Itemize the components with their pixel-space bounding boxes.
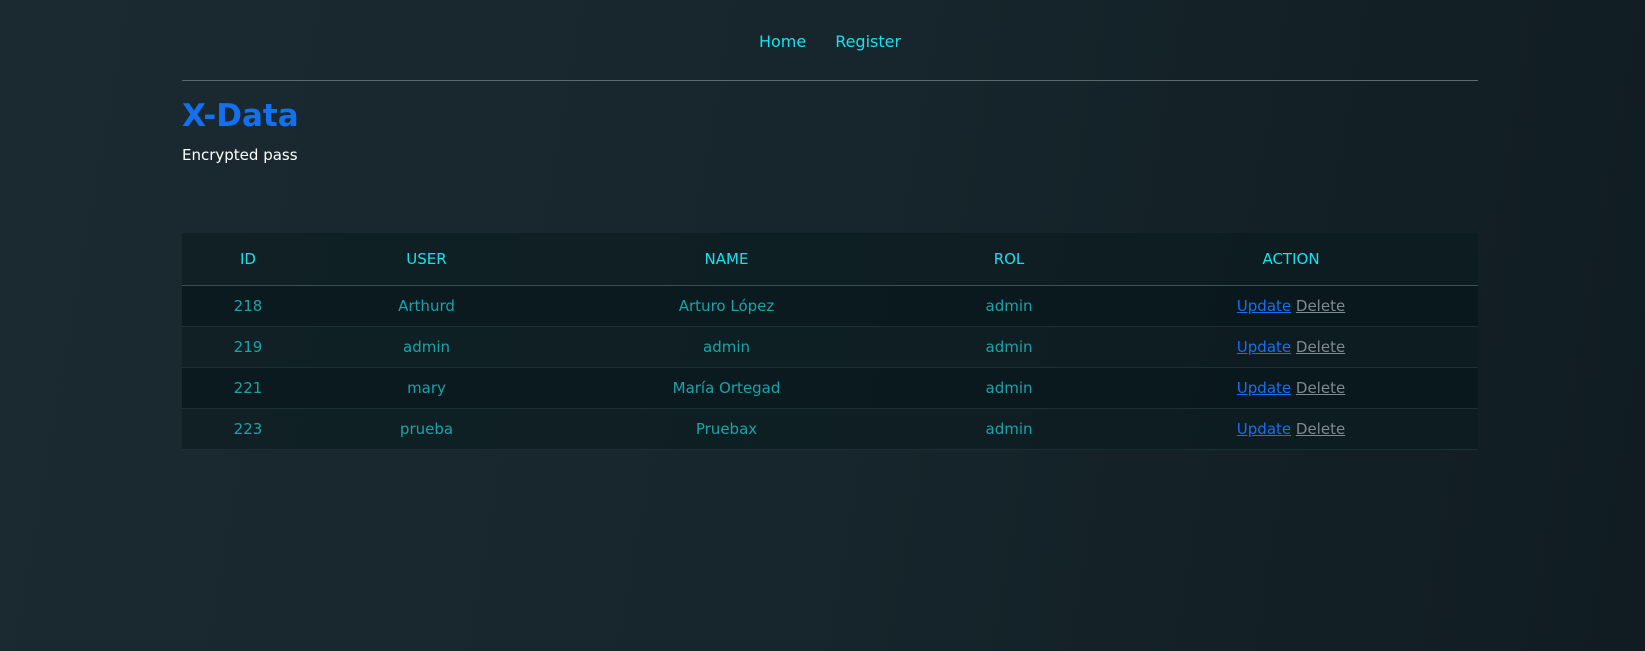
table-body: 218 Arthurd Arturo López admin Update De… — [182, 285, 1478, 450]
delete-link[interactable]: Delete — [1296, 420, 1345, 438]
cell-id: 218 — [182, 285, 314, 327]
table-row: 221 mary María Ortegad admin Update Dele… — [182, 367, 1478, 409]
cell-user: Arthurd — [314, 285, 539, 327]
delete-link[interactable]: Delete — [1296, 338, 1345, 356]
cell-rol: admin — [914, 326, 1104, 368]
nav-link-register[interactable]: Register — [835, 32, 901, 51]
delete-link[interactable]: Delete — [1296, 297, 1345, 315]
delete-link[interactable]: Delete — [1296, 379, 1345, 397]
table-header: ID USER NAME ROL ACTION — [182, 233, 1478, 286]
table-header-row: ID USER NAME ROL ACTION — [182, 233, 1478, 286]
update-link[interactable]: Update — [1237, 379, 1291, 397]
cell-rol: admin — [914, 285, 1104, 327]
page-title: X-Data — [182, 98, 299, 134]
column-header-rol: ROL — [914, 233, 1104, 286]
table-row: 219 admin admin admin Update Delete — [182, 326, 1478, 368]
users-table: ID USER NAME ROL ACTION 218 Arthurd Artu… — [182, 233, 1478, 450]
cell-rol: admin — [914, 367, 1104, 409]
column-header-id: ID — [182, 233, 314, 286]
column-header-action: ACTION — [1104, 233, 1478, 286]
update-link[interactable]: Update — [1237, 297, 1291, 315]
cell-name: Arturo López — [539, 285, 914, 327]
cell-name: María Ortegad — [539, 367, 914, 409]
cell-rol: admin — [914, 408, 1104, 450]
update-link[interactable]: Update — [1237, 338, 1291, 356]
top-nav: Home Register — [182, 0, 1478, 81]
cell-name: Pruebax — [539, 408, 914, 450]
page-container: Home Register X-Data Encrypted pass ID U… — [182, 0, 1478, 450]
cell-action: Update Delete — [1104, 285, 1478, 327]
cell-id: 223 — [182, 408, 314, 450]
cell-user: prueba — [314, 408, 539, 450]
page-subtitle: Encrypted pass — [182, 146, 298, 164]
cell-action: Update Delete — [1104, 326, 1478, 368]
cell-id: 219 — [182, 326, 314, 368]
table-row: 223 prueba Pruebax admin Update Delete — [182, 408, 1478, 450]
update-link[interactable]: Update — [1237, 420, 1291, 438]
cell-user: mary — [314, 367, 539, 409]
column-header-user: USER — [314, 233, 539, 286]
cell-id: 221 — [182, 367, 314, 409]
cell-user: admin — [314, 326, 539, 368]
column-header-name: NAME — [539, 233, 914, 286]
users-table-wrapper: ID USER NAME ROL ACTION 218 Arthurd Artu… — [182, 233, 1478, 450]
cell-action: Update Delete — [1104, 408, 1478, 450]
cell-name: admin — [539, 326, 914, 368]
nav-link-home[interactable]: Home — [759, 32, 806, 51]
cell-action: Update Delete — [1104, 367, 1478, 409]
table-row: 218 Arthurd Arturo López admin Update De… — [182, 285, 1478, 327]
